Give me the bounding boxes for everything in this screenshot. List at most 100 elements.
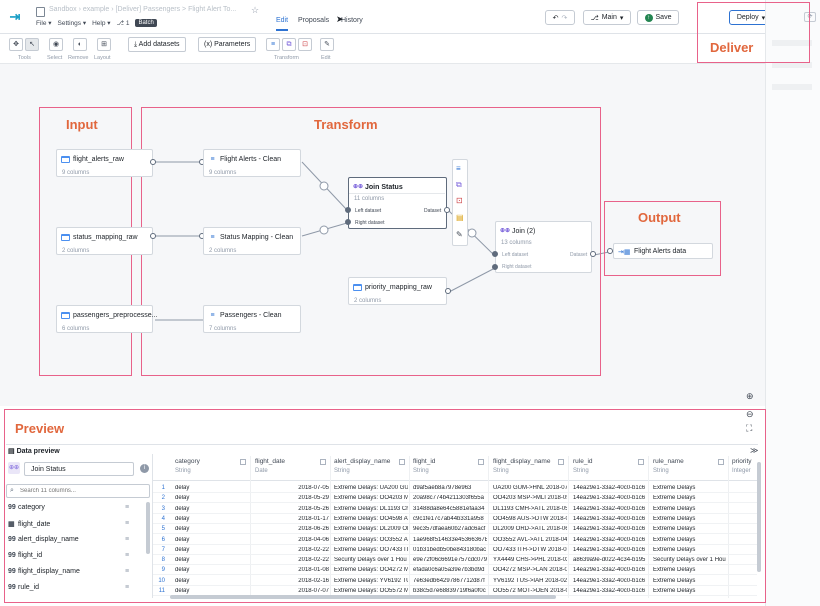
schema-column-item[interactable]: 99 flight_display_name ≡ [8, 568, 129, 575]
branch-selector[interactable]: ⎇ Main ▾ [583, 10, 631, 25]
node-passengers-clean[interactable]: ≡ Passengers - Clean 7 columns [203, 305, 301, 333]
menu-settings[interactable]: Settings ▾ [58, 19, 87, 27]
input-port-right[interactable] [345, 219, 351, 225]
table-vertical-scrollbar[interactable] [757, 462, 761, 572]
undo-redo-group: ↶ ↷ [545, 10, 575, 25]
table-cell: Extreme Delays: DL1193 Ch [334, 505, 408, 512]
info-icon[interactable]: i [140, 464, 149, 473]
tab-proposals[interactable]: Proposals [298, 17, 329, 24]
column-header[interactable]: flight_id [413, 458, 435, 465]
table-cell: Extreme Delays [653, 588, 696, 594]
column-header[interactable]: alert_display_name [334, 458, 390, 465]
output-icon[interactable]: ▤ [456, 213, 464, 222]
column-header[interactable]: flight_date [255, 458, 285, 465]
table-cell: YV6192 TUS->IAH 2018-02- [493, 577, 567, 584]
selected-node-select[interactable]: Join Status [24, 462, 134, 476]
sort-lines-icon[interactable]: ≡ [125, 536, 129, 543]
table-horizontal-scrollbar[interactable] [170, 595, 556, 599]
sort-lines-icon[interactable]: ≡ [125, 520, 129, 527]
column-type: String [175, 468, 191, 474]
node-status-mapping-raw[interactable]: status_mapping_raw 2 columns [56, 227, 153, 255]
column-header[interactable]: priority [732, 458, 752, 465]
input-port-right[interactable] [492, 264, 498, 270]
layout-icon[interactable]: ⊞ [97, 38, 111, 51]
output-port[interactable] [445, 288, 451, 294]
graph-canvas[interactable]: Input Transform Output flight_alerts_raw… [0, 64, 765, 406]
app-logo-icon[interactable]: ⇥ [6, 8, 24, 26]
undo-icon[interactable]: ↶ [553, 14, 559, 22]
schema-column-item[interactable]: 99 flight_id ≡ [8, 552, 129, 559]
column-menu-icon[interactable] [320, 459, 326, 465]
column-menu-icon[interactable] [240, 459, 246, 465]
output-port[interactable] [444, 207, 450, 213]
select-all-icon[interactable]: ◉ [49, 38, 63, 51]
menu-file[interactable]: File ▾ [36, 19, 52, 27]
node-flight-alerts-raw[interactable]: flight_alerts_raw 9 columns [56, 149, 153, 177]
remove-icon[interactable]: ◐ [73, 38, 87, 51]
select-tool-icon[interactable]: ↖ [25, 38, 39, 51]
table-cell: delay [175, 536, 190, 543]
output-port[interactable] [590, 251, 596, 257]
input-port-left[interactable] [345, 207, 351, 213]
parameters-button[interactable]: (x) Parameters [198, 37, 257, 52]
node-join-status[interactable]: ⊕⊕ Join Status 11 columns Left dataset R… [348, 177, 447, 229]
table-cell: delay [175, 557, 190, 564]
branch-count-icon[interactable]: ⎇ 1 [117, 19, 130, 27]
save-button[interactable]: ↑ Save [637, 10, 679, 25]
schema-column-item[interactable]: 99 category ≡ [8, 504, 129, 511]
tab-edit[interactable]: Edit [276, 17, 289, 31]
column-menu-icon[interactable] [638, 459, 644, 465]
union-icon[interactable]: ⊡ [456, 196, 463, 205]
breadcrumb[interactable]: Sandbox › example › [Deliver] Passengers… [49, 6, 236, 13]
node-passengers-preprocessed[interactable]: passengers_preprocesse... 6 columns [56, 305, 157, 333]
node-join-2[interactable]: ⊕⊕ Join (2) 13 columns Left dataset Righ… [495, 221, 592, 273]
column-menu-icon[interactable] [478, 459, 484, 465]
edit-pencil-icon[interactable]: ✎ [456, 230, 463, 239]
sort-lines-icon[interactable]: ≡ [125, 568, 129, 575]
column-search-input[interactable] [20, 486, 145, 496]
sort-lines-icon[interactable]: ≡ [125, 584, 129, 591]
download-icon: ⤓ [134, 41, 138, 48]
add-datasets-button[interactable]: ⤓ Add datasets [128, 37, 186, 52]
tab-history[interactable]: History [341, 17, 363, 24]
column-menu-icon[interactable] [718, 459, 724, 465]
table-cell: Extreme Delays [653, 526, 696, 533]
node-status-mapping-clean[interactable]: ≡ Status Mapping - Clean 2 columns [203, 227, 301, 255]
row-number: 3 [161, 505, 165, 512]
column-header[interactable]: flight_display_name [493, 458, 550, 465]
transform-icon[interactable]: ≡ [456, 164, 461, 173]
transform-icon[interactable]: ≡ [266, 38, 280, 51]
sort-lines-icon[interactable]: ≡ [125, 552, 129, 559]
schema-column-name: flight_id [18, 552, 43, 559]
column-header[interactable]: rule_name [653, 458, 684, 465]
schema-scrollbar[interactable] [146, 502, 150, 554]
edit-pencil-icon[interactable]: ✎ [320, 38, 334, 51]
pan-tool-icon[interactable]: ✥ [9, 38, 23, 51]
join-icon[interactable]: ⧉ [456, 180, 462, 190]
node-flight-alerts-clean[interactable]: ≡ Flight Alerts - Clean 9 columns [203, 149, 301, 177]
favorite-star-icon[interactable]: ☆ [251, 5, 259, 16]
output-port[interactable] [150, 159, 156, 165]
output-annotation-label: Output [638, 210, 681, 225]
column-header[interactable]: category [175, 458, 200, 465]
menu-help[interactable]: Help ▾ [92, 19, 110, 27]
node-priority-mapping-raw[interactable]: priority_mapping_raw 2 columns [348, 277, 447, 305]
column-search-field[interactable]: ⌕ [6, 484, 150, 498]
union-icon[interactable]: ⊡ [298, 38, 312, 51]
schema-column-item[interactable]: 99 alert_display_name ≡ [8, 536, 129, 543]
batch-badge[interactable]: Batch [135, 19, 157, 27]
column-menu-icon[interactable] [558, 459, 564, 465]
redo-icon[interactable]: ↷ [562, 14, 568, 22]
column-header[interactable]: rule_id [573, 458, 593, 465]
join-icon[interactable]: ⧉ [282, 38, 296, 51]
join-right-input-label: Right dataset [502, 264, 532, 270]
zoom-in-icon[interactable]: ⊕ [746, 391, 754, 402]
schema-column-item[interactable]: 99 rule_id ≡ [8, 584, 129, 591]
column-menu-icon[interactable] [399, 459, 405, 465]
schema-column-item[interactable]: ▦ flight_date ≡ [8, 520, 129, 528]
save-label: Save [655, 14, 672, 21]
output-port[interactable] [150, 233, 156, 239]
node-flight-alerts-data-output[interactable]: ⇥▦ Flight Alerts data [613, 243, 713, 259]
input-port-left[interactable] [492, 251, 498, 257]
sort-lines-icon[interactable]: ≡ [125, 504, 129, 511]
